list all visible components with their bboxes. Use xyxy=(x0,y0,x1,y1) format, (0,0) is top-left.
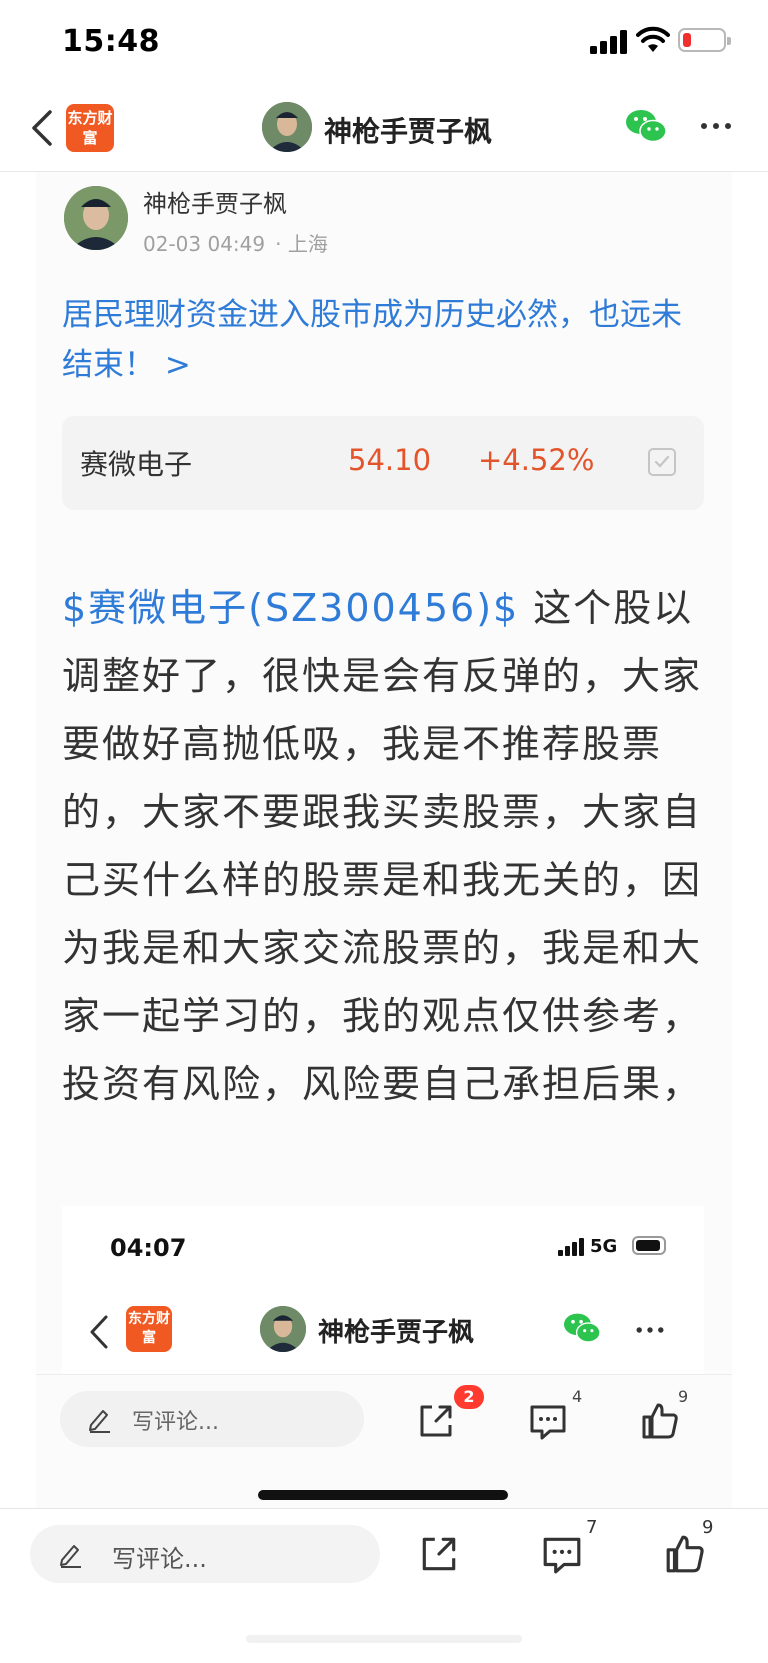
embedded-battery-icon xyxy=(632,1236,666,1255)
embedded-signal-icon xyxy=(558,1238,584,1256)
author-avatar[interactable] xyxy=(64,186,128,250)
embedded-avatar xyxy=(260,1306,306,1352)
comment-placeholder: 写评论... xyxy=(112,1545,207,1573)
status-time: 15:48 xyxy=(62,24,160,59)
home-indicator xyxy=(246,1635,522,1643)
wifi-icon xyxy=(636,26,670,52)
bottom-comment-bar: 写评论... 7 9 xyxy=(0,1508,768,1663)
embedded-comment-placeholder: 写评论... xyxy=(132,1410,219,1435)
post-date: 02-03 04:49 xyxy=(143,232,266,256)
more-icon[interactable] xyxy=(696,106,736,146)
embedded-home-indicator xyxy=(258,1490,508,1500)
comment-icon[interactable] xyxy=(540,1533,584,1575)
status-bar: 15:48 xyxy=(0,0,768,84)
stock-change: +4.52% xyxy=(478,443,595,477)
embedded-network-label: 5G xyxy=(590,1236,618,1257)
embedded-more-icon xyxy=(636,1327,664,1333)
app-logo[interactable]: 东方财富 xyxy=(66,104,114,152)
pen-icon xyxy=(60,1545,81,1568)
pen-icon xyxy=(89,1410,110,1433)
post-body: $赛微电子(SZ300456)$ 这个股以调整好了，很快是会有反弹的，大家要做好… xyxy=(62,574,712,1118)
embedded-nav-title: 神枪手贾子枫 xyxy=(318,1318,475,1348)
embedded-comment-count: 4 xyxy=(572,1387,583,1406)
like-icon[interactable] xyxy=(664,1533,706,1575)
embedded-comment-icon xyxy=(530,1405,566,1440)
embedded-like-count: 9 xyxy=(678,1387,689,1406)
share-icon[interactable] xyxy=(418,1533,460,1575)
embedded-status-time: 04:07 xyxy=(110,1234,187,1262)
embedded-like-icon xyxy=(642,1403,678,1439)
embedded-share-icon xyxy=(420,1405,452,1437)
stock-card[interactable]: 赛微电子 54.10 +4.52% xyxy=(62,416,704,510)
comment-input[interactable]: 写评论... xyxy=(30,1525,380,1583)
battery-icon xyxy=(678,28,731,52)
post-title-link[interactable]: 居民理财资金进入股市成为历史必然，也远未结束！ > xyxy=(62,290,712,390)
back-chevron-icon[interactable] xyxy=(28,108,58,148)
stock-name: 赛微电子 xyxy=(80,448,193,481)
post-body-text: 这个股以调整好了，很快是会有反弹的，大家要做好高抛低吸，我是不推荐股票的，大家不… xyxy=(62,586,703,1106)
nav-title: 神枪手贾子枫 xyxy=(324,115,493,148)
embedded-wechat-icon xyxy=(564,1313,601,1343)
like-count: 9 xyxy=(702,1517,714,1538)
comment-count: 7 xyxy=(586,1517,598,1538)
nav-bar: 东方财富 神枪手贾子枫 xyxy=(0,84,768,172)
avatar[interactable] xyxy=(262,102,312,152)
post-meta: 02-03 04:49 · 上海 xyxy=(143,228,328,257)
embedded-share-badge: 2 xyxy=(454,1385,484,1409)
embedded-app-logo: 东方财富 xyxy=(126,1306,172,1352)
embedded-comment-bar: 写评论... 2 4 9 xyxy=(36,1374,732,1508)
stock-tag-link[interactable]: $赛微电子(SZ300456)$ xyxy=(62,586,519,630)
add-watchlist-checkbox[interactable] xyxy=(648,448,676,476)
post-location: · 上海 xyxy=(275,232,328,256)
wechat-icon[interactable] xyxy=(624,106,668,146)
author-name[interactable]: 神枪手贾子枫 xyxy=(143,184,287,219)
stock-price: 54.10 xyxy=(348,443,432,477)
embedded-screenshot[interactable]: 04:07 5G 东方财富 神枪手贾子枫 xyxy=(62,1206,704,1374)
embedded-comment-input: 写评论... xyxy=(60,1391,364,1447)
embedded-back-chevron-icon xyxy=(90,1315,108,1349)
cellular-signal-icon xyxy=(590,30,628,54)
